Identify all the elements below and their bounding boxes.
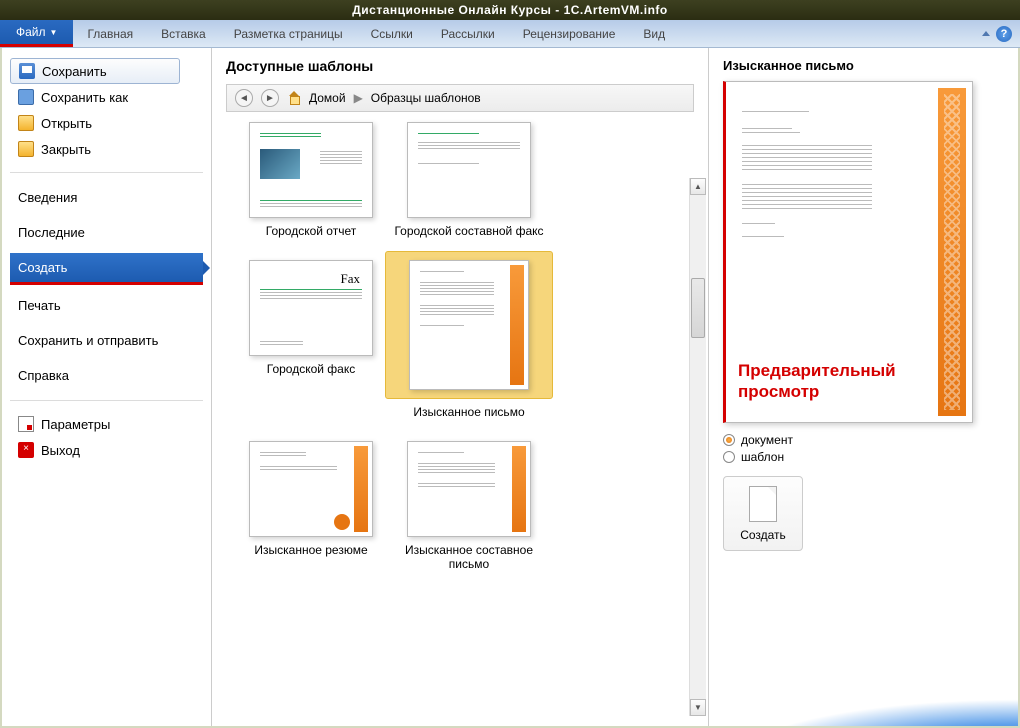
- template-label: Городской составной факс: [394, 224, 544, 238]
- fax-label: Fax: [341, 271, 361, 287]
- create-item[interactable]: Создать: [10, 253, 203, 285]
- save-icon: [19, 63, 35, 79]
- create-button-label: Создать: [740, 528, 786, 542]
- exit-label: Выход: [41, 443, 80, 458]
- options-button[interactable]: Параметры: [10, 411, 203, 437]
- info-item[interactable]: Сведения: [10, 183, 203, 212]
- template-city-fax[interactable]: Fax Городской факс: [236, 260, 386, 419]
- tab-page-layout[interactable]: Разметка страницы: [220, 20, 357, 47]
- template-label: Городской отчет: [236, 224, 386, 238]
- radio-icon: [723, 451, 735, 463]
- options-icon: [18, 416, 34, 432]
- tab-home[interactable]: Главная: [73, 20, 147, 47]
- gallery-scrollbar[interactable]: ▲ ▼: [689, 178, 706, 716]
- save-send-item[interactable]: Сохранить и отправить: [10, 326, 203, 355]
- exit-icon: ×: [18, 442, 34, 458]
- ribbon-tabs: Файл ▼ Главная Вставка Разметка страницы…: [0, 20, 1020, 48]
- scroll-thumb[interactable]: [691, 278, 705, 338]
- templates-panel: Доступные шаблоны ◄ ► Домой ▶ Образцы ша…: [212, 48, 708, 726]
- save-button[interactable]: Сохранить: [10, 58, 180, 84]
- help-item[interactable]: Справка: [10, 361, 203, 390]
- radio-document-label: документ: [741, 433, 793, 447]
- template-elegant-resume[interactable]: Изысканное резюме: [236, 441, 386, 571]
- nav-back-icon[interactable]: ◄: [235, 89, 253, 107]
- document-icon: [749, 486, 777, 522]
- home-icon[interactable]: [287, 91, 301, 105]
- options-label: Параметры: [41, 417, 110, 432]
- close-button[interactable]: Закрыть: [10, 136, 203, 162]
- scroll-down-icon[interactable]: ▼: [690, 699, 706, 716]
- preview-title: Изысканное письмо: [723, 58, 1004, 73]
- tab-review[interactable]: Рецензирование: [509, 20, 630, 47]
- close-label: Закрыть: [41, 142, 91, 157]
- template-city-fax-compound[interactable]: Городской составной факс: [394, 122, 544, 238]
- help-icon[interactable]: ?: [996, 26, 1012, 42]
- preview-annotation: Предварительный просмотр: [738, 361, 972, 402]
- open-button[interactable]: Открыть: [10, 110, 203, 136]
- save-as-label: Сохранить как: [41, 90, 128, 105]
- template-label: Изысканное письмо: [394, 405, 544, 419]
- template-elegant-compound-letter[interactable]: Изысканное составное письмо: [394, 441, 544, 571]
- save-label: Сохранить: [42, 64, 107, 79]
- backstage-sidebar: Сохранить Сохранить как Открыть Закрыть …: [2, 48, 212, 726]
- save-as-button[interactable]: Сохранить как: [10, 84, 203, 110]
- radio-template-label: шаблон: [741, 450, 784, 464]
- template-label: Городской факс: [236, 362, 386, 376]
- preview-thumbnail: Предварительный просмотр: [723, 81, 973, 423]
- scroll-up-icon[interactable]: ▲: [690, 178, 706, 195]
- tab-references[interactable]: Ссылки: [357, 20, 427, 47]
- templates-heading: Доступные шаблоны: [226, 58, 694, 74]
- crumb-current[interactable]: Образцы шаблонов: [371, 91, 481, 105]
- template-city-report[interactable]: Городской отчет: [236, 122, 386, 238]
- radio-icon: [723, 434, 735, 446]
- preview-panel: Изысканное письмо Предварительный просмо…: [708, 48, 1018, 726]
- template-gallery: Городской отчет Городской составной факс…: [226, 122, 694, 571]
- folder-open-icon: [18, 115, 34, 131]
- folder-close-icon: [18, 141, 34, 157]
- tab-insert[interactable]: Вставка: [147, 20, 220, 47]
- tab-file[interactable]: Файл ▼: [0, 20, 73, 47]
- template-label: Изысканное составное письмо: [394, 543, 544, 571]
- nav-forward-icon[interactable]: ►: [261, 89, 279, 107]
- create-button[interactable]: Создать: [723, 476, 803, 551]
- save-as-icon: [18, 89, 34, 105]
- radio-template[interactable]: шаблон: [723, 450, 1004, 464]
- chevron-right-icon: ▶: [354, 91, 363, 105]
- radio-document[interactable]: документ: [723, 433, 1004, 447]
- open-label: Открыть: [41, 116, 92, 131]
- crumb-home[interactable]: Домой: [309, 91, 346, 105]
- print-item[interactable]: Печать: [10, 291, 203, 320]
- window-titlebar: Дистанционные Онлайн Курсы - 1C.ArtemVM.…: [0, 0, 1020, 20]
- tab-mailings[interactable]: Рассылки: [427, 20, 509, 47]
- template-label: Изысканное резюме: [236, 543, 386, 557]
- minimize-ribbon-icon[interactable]: [982, 31, 990, 36]
- template-elegant-letter[interactable]: Изысканное письмо: [394, 260, 544, 419]
- tab-view[interactable]: Вид: [629, 20, 679, 47]
- tab-file-label: Файл: [16, 25, 46, 39]
- breadcrumb-bar: ◄ ► Домой ▶ Образцы шаблонов: [226, 84, 694, 112]
- exit-button[interactable]: × Выход: [10, 437, 203, 463]
- dropdown-icon: ▼: [50, 28, 58, 37]
- recent-item[interactable]: Последние: [10, 218, 203, 247]
